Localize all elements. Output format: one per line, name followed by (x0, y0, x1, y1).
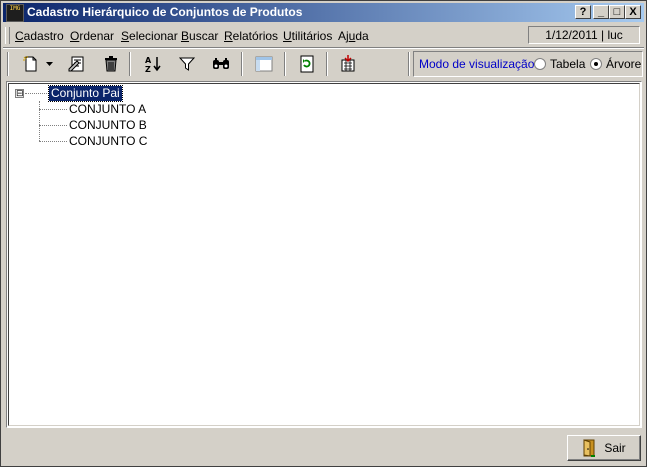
export-button[interactable] (336, 52, 360, 76)
toolbar-separator (326, 52, 328, 76)
menu-buscar[interactable]: Buscar (181, 29, 218, 43)
tree-node-conjunto-a[interactable]: CONJUNTO A (69, 102, 146, 117)
tree-node-conjunto-b[interactable]: CONJUNTO B (69, 118, 147, 133)
collapse-icon[interactable]: ⊟ (15, 89, 24, 98)
new-dropdown-button[interactable] (43, 52, 55, 76)
menu-relatorios[interactable]: Relatórios (224, 29, 278, 43)
maximize-button[interactable]: □ (609, 5, 625, 19)
delete-icon (105, 56, 117, 72)
sort-az-icon: AZ (145, 56, 161, 73)
app-window: IMG Cadastro Hierárquico de Conjuntos de… (0, 0, 647, 467)
radio-tabela[interactable] (534, 58, 546, 70)
title-bar[interactable]: IMG Cadastro Hierárquico de Conjuntos de… (3, 3, 644, 22)
view-mode-group: Modo de visualização: Tabela Árvore (413, 51, 643, 77)
edit-icon (68, 56, 84, 72)
view-mode-label: Modo de visualização: (419, 57, 538, 71)
radio-arvore-label[interactable]: Árvore (606, 57, 641, 71)
radio-arvore[interactable] (590, 58, 602, 70)
refresh-button[interactable] (295, 52, 319, 76)
tree-line (25, 93, 47, 94)
menu-ordenar[interactable]: Ordenar (70, 29, 114, 43)
close-button[interactable]: X (625, 5, 641, 19)
bottom-bar: Sair (3, 432, 644, 464)
menu-ajuda[interactable]: Ajuda (338, 29, 369, 43)
status-date-user: 1/12/2011 | luc (528, 26, 640, 44)
layout-icon (255, 56, 273, 72)
app-icon-text: IMG (9, 5, 21, 12)
exit-button[interactable]: Sair (567, 435, 641, 461)
tree-line (39, 101, 40, 141)
help-button[interactable]: ? (575, 5, 591, 19)
dropdown-arrow-icon (45, 62, 53, 66)
toolbar-separator (284, 52, 286, 76)
menu-utilitarios[interactable]: Utilitários (283, 29, 332, 43)
tree-line (39, 109, 67, 110)
radio-tabela-label[interactable]: Tabela (550, 57, 585, 71)
svg-text:Z: Z (145, 65, 151, 73)
minimize-button[interactable]: _ (593, 5, 609, 19)
delete-button[interactable] (99, 52, 123, 76)
filter-button[interactable] (175, 52, 199, 76)
toolbar: AZ Modo de visualização: Tabela Árvore (3, 49, 644, 79)
tree-view[interactable]: ⊟ Conjunto Pai CONJUNTO A CONJUNTO B CON… (6, 81, 642, 428)
toolbar-separator (129, 52, 131, 76)
tree-line (39, 125, 67, 126)
layout-button[interactable] (252, 52, 276, 76)
new-icon (23, 56, 37, 72)
menu-grip (5, 27, 10, 44)
toolbar-separator (241, 52, 243, 76)
sort-button[interactable]: AZ (141, 52, 165, 76)
tree-node-conjunto-c[interactable]: CONJUNTO C (69, 134, 147, 149)
edit-button[interactable] (65, 52, 89, 76)
tree-root-node[interactable]: Conjunto Pai (48, 85, 123, 102)
app-icon[interactable]: IMG (6, 4, 24, 22)
new-button[interactable] (19, 52, 43, 76)
export-icon (341, 55, 355, 72)
find-icon (213, 58, 229, 69)
toolbar-separator (408, 52, 410, 76)
exit-button-label: Sair (604, 441, 626, 455)
filter-icon (179, 57, 195, 71)
svg-text:A: A (145, 56, 152, 65)
menu-selecionar[interactable]: Selecionar (121, 29, 178, 43)
window-title: Cadastro Hierárquico de Conjuntos de Pro… (27, 5, 303, 19)
toolbar-grip (7, 52, 9, 76)
find-button[interactable] (209, 52, 233, 76)
menu-bar: Cadastro Ordenar Selecionar Buscar Relat… (3, 25, 644, 46)
tree-line (39, 141, 67, 142)
exit-door-icon (583, 439, 596, 457)
tree-content: ⊟ Conjunto Pai CONJUNTO A CONJUNTO B CON… (8, 83, 640, 426)
menu-cadastro[interactable]: Cadastro (15, 29, 64, 43)
refresh-icon (300, 55, 314, 73)
